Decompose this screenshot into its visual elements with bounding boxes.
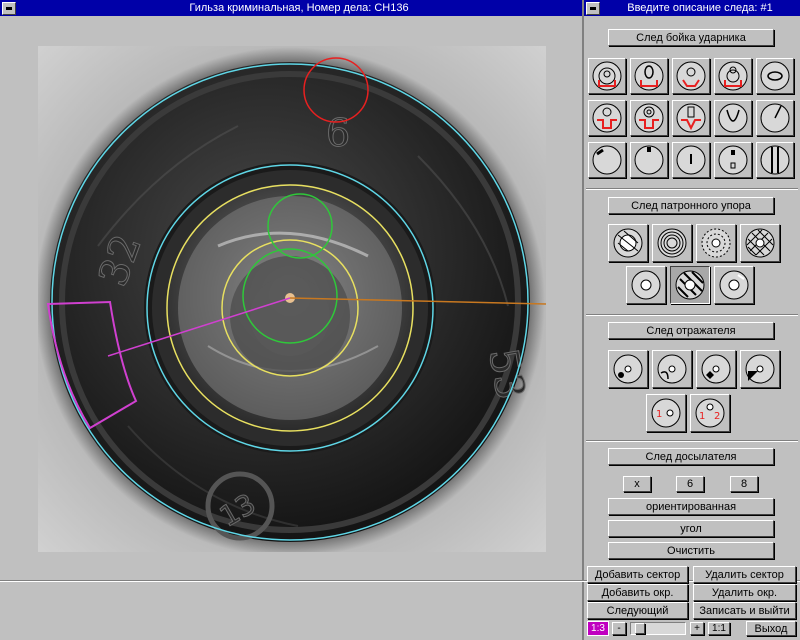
window-splitter: [582, 0, 584, 640]
svg-text:1: 1: [656, 409, 662, 420]
image-window-titlebar: Гильза криминальная, Номер дела: CH136: [0, 0, 582, 16]
oriented-button[interactable]: ориентированная: [608, 498, 774, 515]
ejector-type-4-icon[interactable]: [740, 350, 780, 388]
chamber-section-button[interactable]: След досылателя: [608, 448, 774, 465]
side-window-menu-icon[interactable]: [586, 1, 600, 15]
stamp-right-digits: 53: [479, 345, 533, 403]
divider: [586, 188, 798, 190]
pin-type-14-icon[interactable]: [714, 142, 752, 178]
breech-type-1-icon[interactable]: [608, 224, 648, 262]
zoom-slider-track[interactable]: [630, 622, 686, 635]
zoom-in-button[interactable]: +: [690, 622, 704, 635]
divider: [586, 440, 798, 442]
ejector-type-3-icon[interactable]: [696, 350, 736, 388]
ejector-type-5-icon[interactable]: 1: [646, 394, 686, 432]
breech-type-3-icon[interactable]: [696, 224, 736, 262]
pin-type-6-icon[interactable]: [588, 100, 626, 136]
pin-type-13-icon[interactable]: [672, 142, 710, 178]
pin-type-9-icon[interactable]: [714, 100, 752, 136]
ejector-type-2-icon[interactable]: [652, 350, 692, 388]
exit-button[interactable]: Выход: [746, 621, 796, 636]
pin-type-11-icon[interactable]: [588, 142, 626, 178]
breech-type-4-icon[interactable]: [740, 224, 780, 262]
firing-pin-section-button[interactable]: След бойка ударника: [608, 29, 774, 46]
image-window-title: Гильза криминальная, Номер дела: CH136: [189, 2, 409, 14]
breech-face-section-button[interactable]: След патронного упора: [608, 197, 774, 214]
ejector-type-6-icon[interactable]: 12: [690, 394, 730, 432]
pin-type-15-icon[interactable]: [756, 142, 794, 178]
zoom-reset-button[interactable]: 1:1: [708, 622, 730, 635]
pin-type-7-icon[interactable]: [630, 100, 668, 136]
chamber-6-button[interactable]: 6: [676, 476, 704, 492]
next-button[interactable]: Следующий: [587, 602, 688, 619]
breech-type-5-icon[interactable]: [626, 266, 666, 304]
breech-type-6-icon[interactable]: [670, 266, 710, 304]
pin-type-5-icon[interactable]: [756, 58, 794, 94]
zoom-out-button[interactable]: -: [612, 622, 626, 635]
cartridge-image-viewport[interactable]: 6 32 53 13: [38, 46, 546, 552]
chamber-x-button[interactable]: x: [623, 476, 651, 492]
save-exit-button[interactable]: Записать и выйти: [693, 602, 796, 619]
pin-type-8-icon[interactable]: [672, 100, 710, 136]
svg-text:2: 2: [714, 411, 720, 422]
pin-type-3-icon[interactable]: [672, 58, 710, 94]
ejector-section-button[interactable]: След отражателя: [608, 322, 774, 339]
side-window-title: Введите описание следа: #1: [627, 2, 773, 14]
svg-text:1: 1: [699, 411, 705, 422]
clear-button[interactable]: Очистить: [608, 542, 774, 559]
add-circle-button[interactable]: Добавить окр.: [587, 584, 688, 601]
image-panel: 6 32 53 13: [0, 16, 582, 580]
pin-type-12-icon[interactable]: [630, 142, 668, 178]
zoom-level-badge: 1:3: [587, 621, 609, 636]
zoom-slider-thumb[interactable]: [635, 623, 645, 634]
chamber-8-button[interactable]: 8: [730, 476, 758, 492]
side-window-titlebar: Введите описание следа: #1: [584, 0, 800, 16]
divider: [586, 314, 798, 316]
delete-sector-button[interactable]: Удалить сектор: [693, 566, 796, 583]
window-menu-icon[interactable]: [2, 1, 16, 15]
add-sector-button[interactable]: Добавить сектор: [587, 566, 688, 583]
angle-button[interactable]: угол: [608, 520, 774, 537]
breech-type-2-icon[interactable]: [652, 224, 692, 262]
pin-type-4-icon[interactable]: [714, 58, 752, 94]
ejector-type-1-icon[interactable]: [608, 350, 648, 388]
delete-circle-button[interactable]: Удалить окр.: [693, 584, 796, 601]
pin-type-2-icon[interactable]: [630, 58, 668, 94]
cartridge-image[interactable]: 6 32 53 13: [38, 46, 546, 552]
pin-type-10-icon[interactable]: [756, 100, 794, 136]
pin-type-1-icon[interactable]: [588, 58, 626, 94]
breech-type-7-icon[interactable]: [714, 266, 754, 304]
stamp-top-digit: 6: [326, 111, 350, 155]
